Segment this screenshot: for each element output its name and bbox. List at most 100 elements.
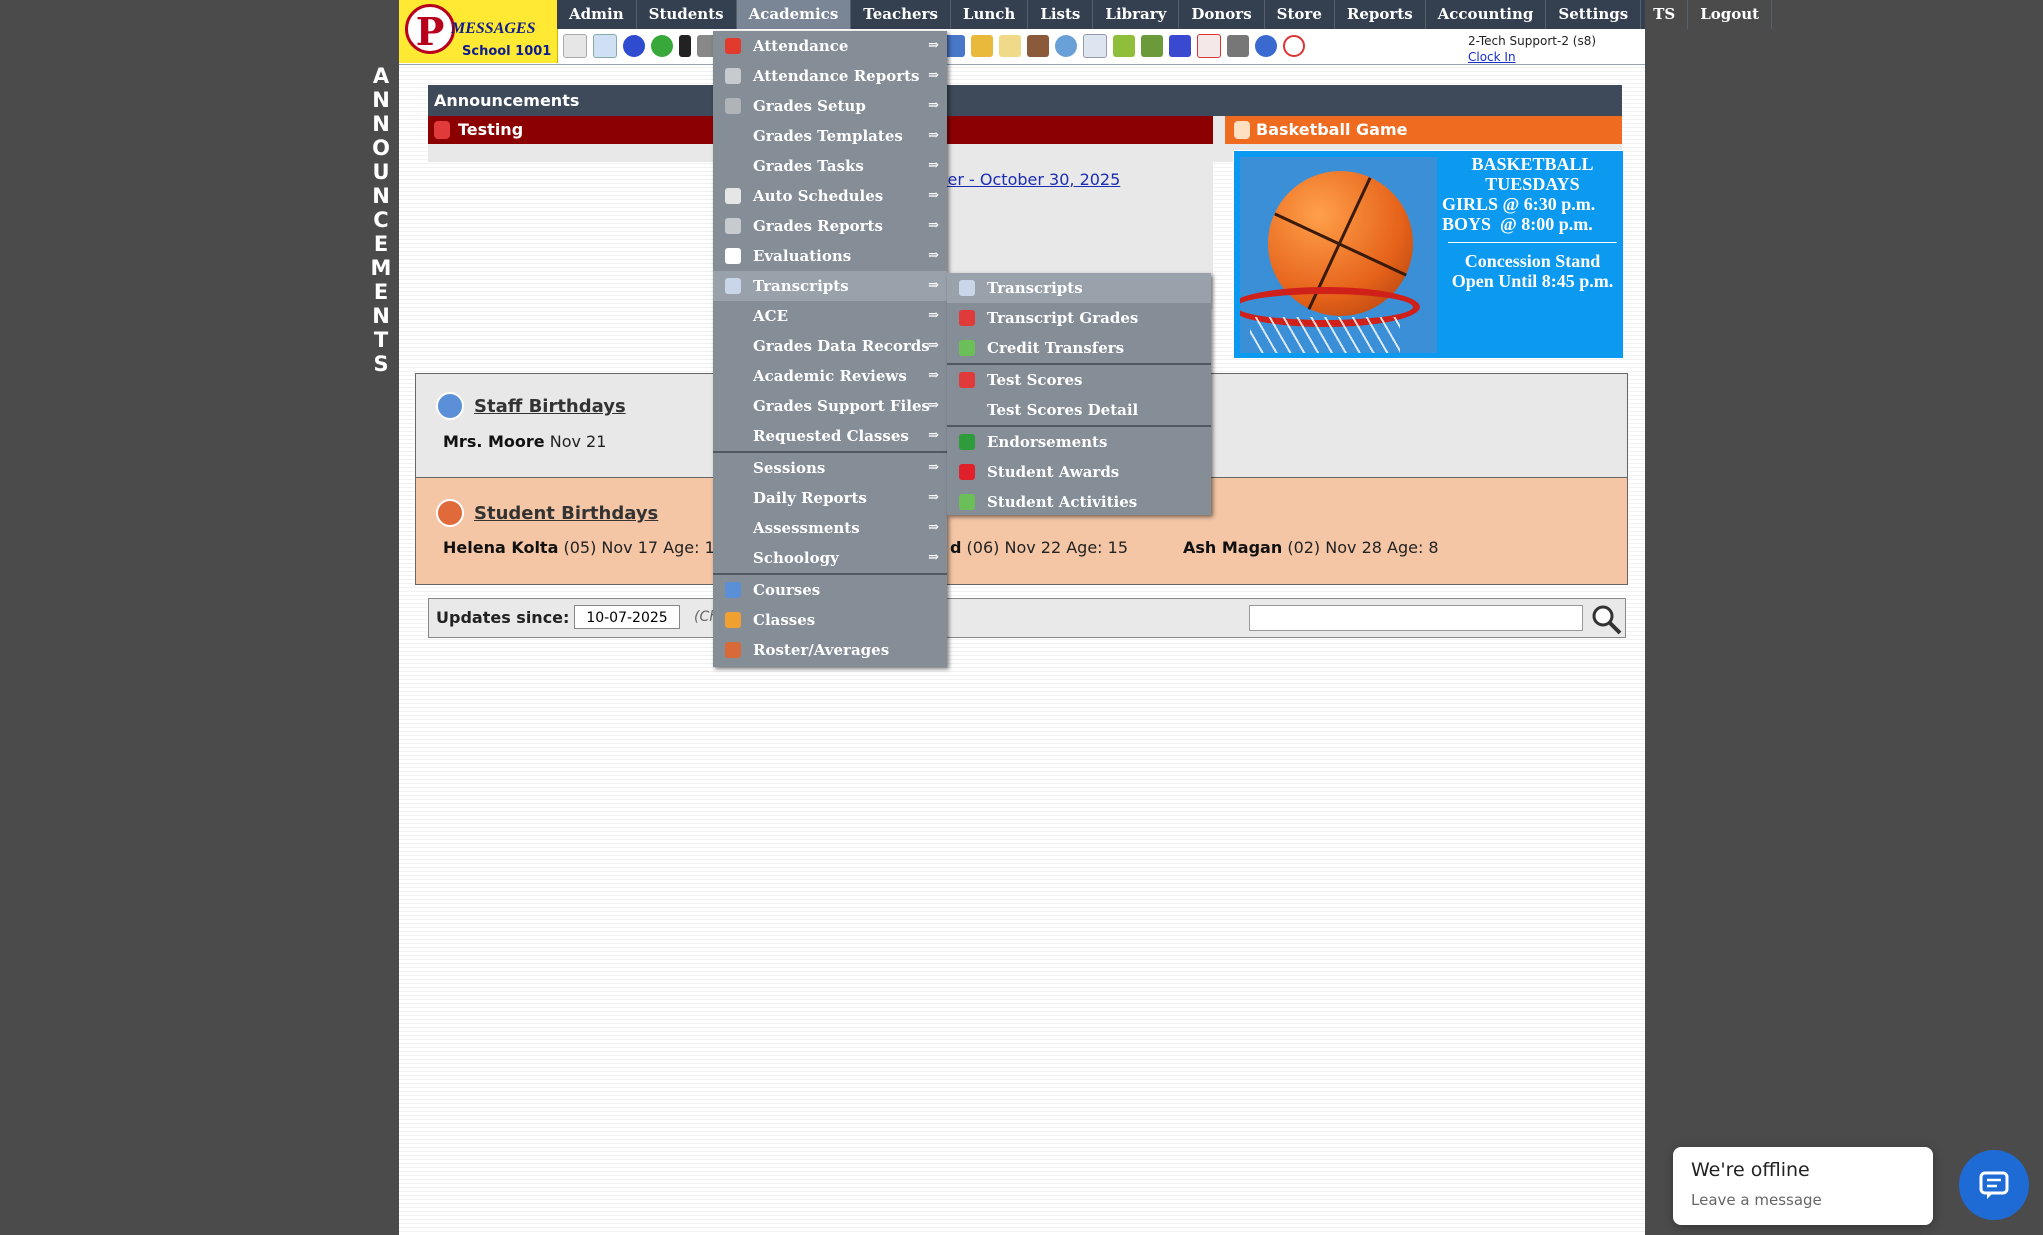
- nav-admin[interactable]: Admin: [557, 0, 637, 29]
- pmessages-logo[interactable]: P MESSAGES School 1001: [399, 0, 558, 63]
- submenu-arrow-icon: ⇒: [928, 218, 939, 233]
- calendar-grid-icon[interactable]: [593, 34, 617, 58]
- menu-item-ace[interactable]: ACE ⇒: [713, 301, 947, 331]
- teacher-icon: [725, 612, 741, 628]
- nav-lists[interactable]: Lists: [1028, 0, 1094, 29]
- help-icon[interactable]: [1255, 35, 1277, 57]
- nav-accounting[interactable]: Accounting: [1426, 0, 1547, 29]
- submenu-item-test-scores-detail[interactable]: Test Scores Detail: [947, 395, 1211, 425]
- birthday-name: Mrs. Moore: [443, 432, 545, 451]
- nav-ts[interactable]: TS: [1641, 0, 1689, 29]
- newsletter-link[interactable]: tter - October 30, 2025: [935, 170, 1120, 189]
- side-letter: M: [370, 256, 392, 280]
- menu-item-label: Assessments: [753, 519, 860, 537]
- menu-item-label: Grades Setup: [753, 97, 866, 115]
- pdf-icon[interactable]: [1197, 34, 1221, 58]
- menu-item-label: Auto Schedules: [753, 187, 884, 205]
- nav-teachers[interactable]: Teachers: [851, 0, 951, 29]
- menu-item-academic-reviews[interactable]: Academic Reviews ⇒: [713, 361, 947, 391]
- nav-lunch[interactable]: Lunch: [951, 0, 1029, 29]
- menu-item-attendance[interactable]: Attendance ⇒: [713, 31, 947, 61]
- announcement-basketball-title[interactable]: Basketball Game: [1225, 116, 1622, 144]
- mobile-phone-icon[interactable]: [679, 35, 691, 57]
- submenu-item-transcripts[interactable]: Transcripts: [947, 273, 1211, 303]
- nav-academics[interactable]: Academics: [736, 0, 852, 29]
- search-input[interactable]: [1249, 605, 1583, 631]
- clock-icon[interactable]: [1055, 35, 1077, 57]
- clock-in-link[interactable]: Clock In: [1468, 49, 1596, 65]
- menu-item-grades-setup[interactable]: Grades Setup ⇒: [713, 91, 947, 121]
- menu-item-grades-reports[interactable]: Grades Reports ⇒: [713, 211, 947, 241]
- menu-item-schoology[interactable]: Schoology ⇒: [713, 543, 947, 573]
- calendar-icon: [725, 38, 741, 54]
- birthday-detail: (02) Nov 28 Age: 8: [1282, 538, 1439, 557]
- money-icon[interactable]: [1113, 35, 1135, 57]
- people-icon[interactable]: [1027, 35, 1049, 57]
- email-at-icon[interactable]: [623, 35, 645, 57]
- pencil-icon[interactable]: [971, 35, 993, 57]
- menu-item-label: Daily Reports: [753, 489, 867, 507]
- menu-item-sessions[interactable]: Sessions ⇒: [713, 453, 947, 483]
- menu-item-evaluations[interactable]: Evaluations ⇒: [713, 241, 947, 271]
- menu-item-roster-averages[interactable]: Roster/Averages: [713, 635, 947, 665]
- roster-icon: [725, 642, 741, 658]
- submenu-item-test-scores[interactable]: Test Scores: [947, 365, 1211, 395]
- menu-item-assessments[interactable]: Assessments ⇒: [713, 513, 947, 543]
- menu-item-grades-data-records[interactable]: Grades Data Records ⇒: [713, 331, 947, 361]
- birthday-detail: Nov 21: [544, 432, 607, 451]
- nav-logout[interactable]: Logout: [1688, 0, 1773, 29]
- nav-reports[interactable]: Reports: [1335, 0, 1426, 29]
- menu-item-daily-reports[interactable]: Daily Reports ⇒: [713, 483, 947, 513]
- envelope-icon[interactable]: [999, 35, 1021, 57]
- submenu-item-student-awards[interactable]: Student Awards: [947, 457, 1211, 487]
- nav-settings[interactable]: Settings: [1546, 0, 1642, 29]
- submenu-item-label: Transcript Grades: [987, 309, 1139, 327]
- search-icon[interactable]: [1589, 602, 1623, 636]
- menu-item-attendance-reports[interactable]: Attendance Reports ⇒: [713, 61, 947, 91]
- menu-item-grades-templates[interactable]: Grades Templates ⇒: [713, 121, 947, 151]
- student-birthdays-title[interactable]: Student Birthdays: [474, 503, 658, 524]
- checkmark-icon: [959, 434, 975, 450]
- submenu-item-label: Test Scores: [987, 371, 1083, 389]
- nav-library[interactable]: Library: [1093, 0, 1180, 29]
- nav-donors[interactable]: Donors: [1179, 0, 1265, 29]
- basketball-flyer-text: BASKETBALL TUESDAYS GIRLS @ 6:30 p.m. BO…: [1442, 154, 1623, 291]
- submenu-item-credit-transfers[interactable]: Credit Transfers: [947, 333, 1211, 363]
- menu-item-classes[interactable]: Classes: [713, 605, 947, 635]
- announcement-testing-title[interactable]: Testing: [428, 116, 716, 144]
- menu-item-label: Grades Templates: [753, 127, 903, 145]
- menu-item-requested-classes[interactable]: Requested Classes ⇒: [713, 421, 947, 451]
- menu-item-grades-tasks[interactable]: Grades Tasks ⇒: [713, 151, 947, 181]
- flyer-line: BASKETBALL: [1471, 154, 1594, 174]
- spreadsheet-icon[interactable]: [1083, 34, 1107, 58]
- chat-launcher-button[interactable]: [1959, 1150, 2029, 1220]
- nav-students[interactable]: Students: [637, 0, 737, 29]
- main-nav: Admin Students Academics Teachers Lunch Lists…: [557, 0, 1773, 29]
- flyer-line: Concession Stand: [1464, 251, 1601, 271]
- checkbox-icon: [725, 248, 741, 264]
- logo-school-name: School 1001: [462, 44, 552, 59]
- accounts-payable-icon[interactable]: [1169, 35, 1191, 57]
- cash-register-icon[interactable]: [1141, 35, 1163, 57]
- menu-item-label: Attendance: [753, 37, 849, 55]
- side-letter: N: [372, 184, 390, 208]
- menu-item-courses[interactable]: Courses: [713, 575, 947, 605]
- chat-bubbles-icon[interactable]: [651, 35, 673, 57]
- staff-birthdays-title[interactable]: Staff Birthdays: [474, 396, 626, 417]
- submenu-item-transcript-grades[interactable]: Transcript Grades: [947, 303, 1211, 333]
- basketball-image: [1240, 157, 1437, 353]
- menu-item-label: Requested Classes: [753, 427, 909, 445]
- chat-offline-box[interactable]: We're offline Leave a message: [1673, 1147, 1933, 1225]
- hand-pointer-icon: [434, 121, 450, 139]
- menu-item-grades-support-files[interactable]: Grades Support Files ⇒: [713, 391, 947, 421]
- search-icon[interactable]: [563, 34, 587, 58]
- printer-icon[interactable]: [1227, 35, 1249, 57]
- menu-item-transcripts[interactable]: Transcripts ⇒: [713, 271, 947, 301]
- power-icon[interactable]: [1283, 35, 1305, 57]
- menu-item-auto-schedules[interactable]: Auto Schedules ⇒: [713, 181, 947, 211]
- student-birthday-entry: Ash Magan (02) Nov 28 Age: 8: [1183, 538, 1439, 557]
- updates-since-date-input[interactable]: 10-07-2025: [574, 605, 680, 629]
- submenu-item-student-activities[interactable]: Student Activities: [947, 487, 1211, 517]
- submenu-item-endorsements[interactable]: Endorsements: [947, 427, 1211, 457]
- nav-store[interactable]: Store: [1265, 0, 1335, 29]
